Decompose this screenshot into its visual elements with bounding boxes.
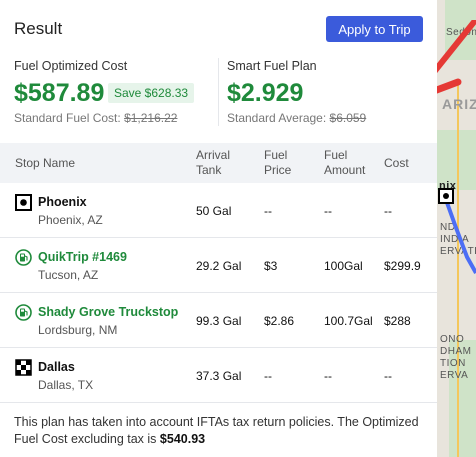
stops-table-header: Stop Name Arrival Tank Fuel Price Fuel A… [0,143,437,183]
column-header-fuel-price: Fuel Price [264,148,291,178]
destination-checkered-flag-icon [15,359,32,376]
table-row[interactable]: Shady Grove Truckstop Lordsburg, NM 99.3… [0,293,437,348]
standard-average-label: Standard Average: [227,111,327,125]
fuel-amount-cell: 100.7Gal [324,314,373,328]
standard-fuel-cost-label: Standard Fuel Cost: [14,111,121,125]
tax-excluded-cost-value: $540.93 [159,432,206,446]
fuel-price-cell: $2.86 [264,314,295,328]
fuel-amount-cell: -- [324,204,332,218]
standard-average-value: $6.059 [329,111,367,125]
fuel-pump-icon [15,249,32,266]
column-header-line: Arrival [196,148,231,162]
fuel-amount-cell: 100Gal [324,259,363,273]
cost-cell: -- [384,204,392,218]
map-label: DHAM [440,346,472,357]
result-panel: Result Apply to Trip Fuel Optimized Cost… [0,0,437,457]
table-row[interactable]: QuikTrip #1469 Tucson, AZ 29.2 Gal $3 10… [0,238,437,293]
stop-location: Phoenix, AZ [38,213,103,227]
column-header-line: Fuel [324,148,348,162]
column-header-line: Tank [196,163,222,177]
cost-cell: $299.9 [384,259,421,273]
column-header-line: Fuel [264,148,288,162]
stop-location: Tucson, AZ [38,268,99,282]
arrival-tank-cell: 37.3 Gal [196,369,242,383]
smart-fuel-plan-value: $2.929 [227,79,304,107]
fuel-price-cell: -- [264,204,272,218]
stop-location: Lordsburg, NM [38,323,118,337]
column-header-line: Amount [324,163,366,177]
standard-average: Standard Average: $6.059 [227,111,366,125]
map-label: ONO [440,334,465,345]
panel-title: Result [14,19,63,38]
origin-target-icon [15,194,32,211]
stop-name: Dallas [38,360,75,374]
fuel-price-cell: $3 [264,259,278,273]
column-header-cost: Cost [384,156,409,170]
column-header-stop-name: Stop Name [15,156,76,170]
map-label: TION [440,358,466,369]
optimized-cost-label: Fuel Optimized Cost [14,59,128,73]
summary-divider [218,58,219,126]
standard-fuel-cost-value: $1,216.22 [124,111,178,125]
table-row[interactable]: Dallas Dallas, TX 37.3 Gal -- -- -- [0,348,437,403]
arrival-tank-cell: 50 Gal [196,204,232,218]
standard-fuel-cost: Standard Fuel Cost: $1,216.22 [14,111,177,125]
smart-fuel-plan-label: Smart Fuel Plan [227,59,317,73]
arrival-tank-cell: 99.3 Gal [196,314,242,328]
column-header-arrival-tank: Arrival Tank [196,148,230,178]
apply-to-trip-button[interactable]: Apply to Trip [326,16,423,42]
stop-name[interactable]: QuikTrip #1469 [38,250,127,264]
fuel-price-cell: -- [264,369,272,383]
map-marker-icon[interactable] [438,188,454,204]
map-label: ERVA [440,370,469,381]
arrival-tank-cell: 29.2 Gal [196,259,242,273]
stop-name[interactable]: Shady Grove Truckstop [38,305,178,319]
optimized-cost-value: $587.89 [14,79,105,107]
fuel-pump-icon [15,304,32,321]
savings-badge: Save $628.33 [108,83,195,103]
stop-name: Phoenix [38,195,87,209]
footnote-text: This plan has taken into account IFTAs t… [14,415,419,446]
stop-location: Dallas, TX [38,378,94,392]
column-header-line: Price [264,163,292,177]
table-row[interactable]: Phoenix Phoenix, AZ 50 Gal -- -- -- [0,183,437,238]
cost-cell: $288 [384,314,411,328]
fuel-amount-cell: -- [324,369,332,383]
ifta-tax-footnote: This plan has taken into account IFTAs t… [14,414,424,448]
cost-cell: -- [384,369,392,383]
column-header-fuel-amount: Fuel Amount [324,148,365,178]
